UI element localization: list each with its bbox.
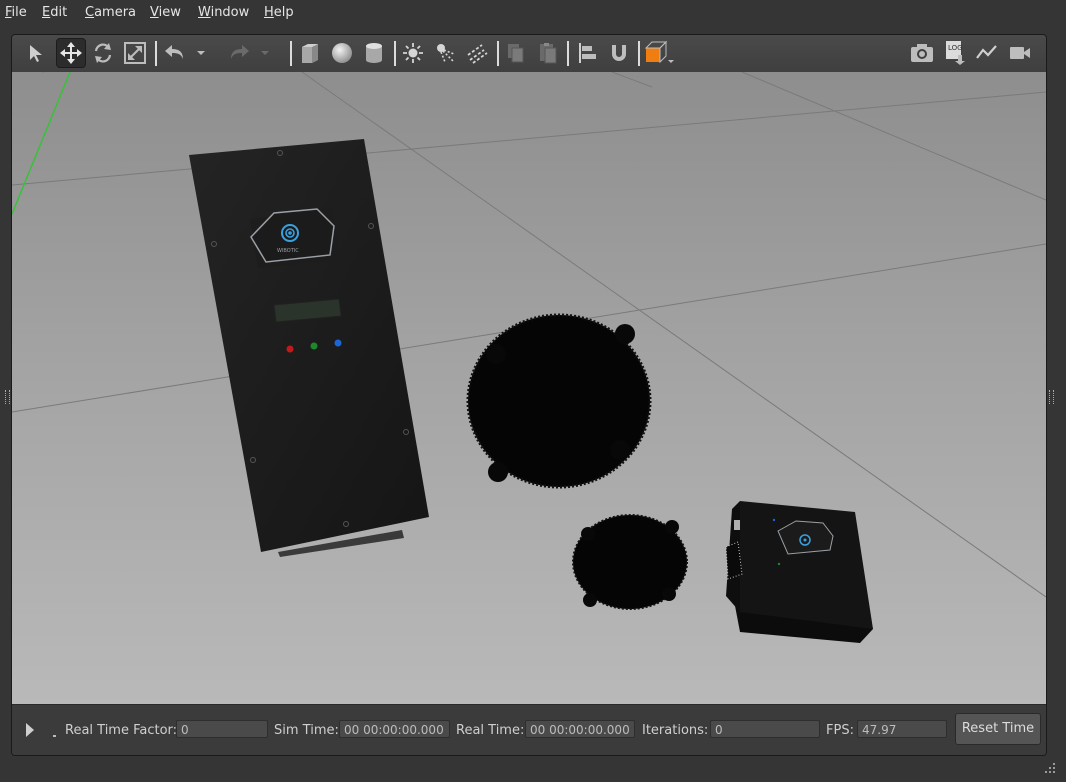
spot-light-icon[interactable] [430, 38, 460, 68]
iterations-field: 0 [710, 720, 820, 738]
undo-history-icon[interactable] [192, 38, 210, 68]
red-led [286, 345, 294, 353]
large-receiver-model [466, 313, 652, 489]
toolbar-separator [567, 41, 569, 66]
screenshot-icon[interactable] [907, 38, 937, 68]
real-time-label: Real Time: [456, 723, 525, 738]
redo-history-icon[interactable] [256, 38, 274, 68]
toolbar-separator [394, 41, 396, 66]
cylinder-icon[interactable] [359, 38, 389, 68]
scene-viewport[interactable]: WIBOTIC [12, 72, 1046, 704]
view-angle-icon[interactable] [642, 38, 678, 68]
time-panel: Real Time Factor: 0 Sim Time: 00 00:00:0… [12, 704, 1046, 755]
sim-time-field: 00 00:00:00.000 [339, 720, 450, 738]
point-light-icon[interactable] [398, 38, 428, 68]
reset-time-button[interactable]: Reset Time [955, 713, 1041, 745]
real-time-field: 00 00:00:00.000 [525, 720, 635, 738]
fps-label: FPS: [826, 723, 854, 738]
paste-icon[interactable] [533, 38, 563, 68]
toolbar: LOG [12, 35, 1046, 73]
play-icon[interactable] [26, 723, 34, 737]
sphere-icon[interactable] [327, 38, 357, 68]
toolbar-separator [290, 41, 292, 66]
menu-edit[interactable]: Edit [42, 5, 67, 20]
sim-time-label: Sim Time: [274, 723, 339, 738]
real-time-factor-field: 0 [176, 720, 268, 738]
small-box-model [725, 501, 873, 643]
align-icon[interactable] [572, 38, 602, 68]
toolbar-separator [497, 41, 499, 66]
translate-icon[interactable] [56, 38, 86, 68]
step-icon[interactable] [53, 735, 56, 737]
resize-grip-icon[interactable] [1044, 762, 1056, 774]
redo-icon[interactable] [224, 38, 254, 68]
plot-icon[interactable] [972, 38, 1002, 68]
small-receiver-model [572, 514, 688, 610]
log-icon[interactable]: LOG [940, 38, 970, 68]
menu-window[interactable]: Window [198, 5, 249, 20]
menu-file[interactable]: File [5, 5, 27, 20]
svg-text:LOG: LOG [948, 44, 963, 52]
green-led [310, 342, 318, 350]
record-video-icon[interactable] [1005, 38, 1035, 68]
menu-camera[interactable]: Camera [85, 5, 136, 20]
menu-help[interactable]: Help [264, 5, 294, 20]
menu-bar: File Edit Camera View Window Help [0, 0, 1066, 26]
left-panel-grip[interactable] [5, 390, 10, 404]
real-time-factor-label: Real Time Factor: [65, 723, 178, 738]
scale-icon[interactable] [120, 38, 150, 68]
directional-light-icon[interactable] [462, 38, 492, 68]
toolbar-separator [155, 41, 157, 66]
fps-field: 47.97 [857, 720, 947, 738]
toolbar-separator [638, 41, 640, 66]
snap-icon[interactable] [604, 38, 634, 68]
rotate-icon[interactable] [88, 38, 118, 68]
copy-icon[interactable] [501, 38, 531, 68]
undo-icon[interactable] [160, 38, 190, 68]
box-icon[interactable] [295, 38, 325, 68]
iterations-label: Iterations: [642, 723, 709, 738]
menu-view[interactable]: View [150, 5, 181, 20]
right-panel-grip[interactable] [1049, 390, 1054, 404]
scene-render: WIBOTIC [12, 72, 1046, 704]
blue-led [334, 339, 342, 347]
main-window: LOG WIBOTIC Real Time Factor: 0 Sim Time… [11, 34, 1047, 756]
select-arrow-icon[interactable] [22, 38, 52, 68]
svg-text:WIBOTIC: WIBOTIC [277, 248, 299, 254]
